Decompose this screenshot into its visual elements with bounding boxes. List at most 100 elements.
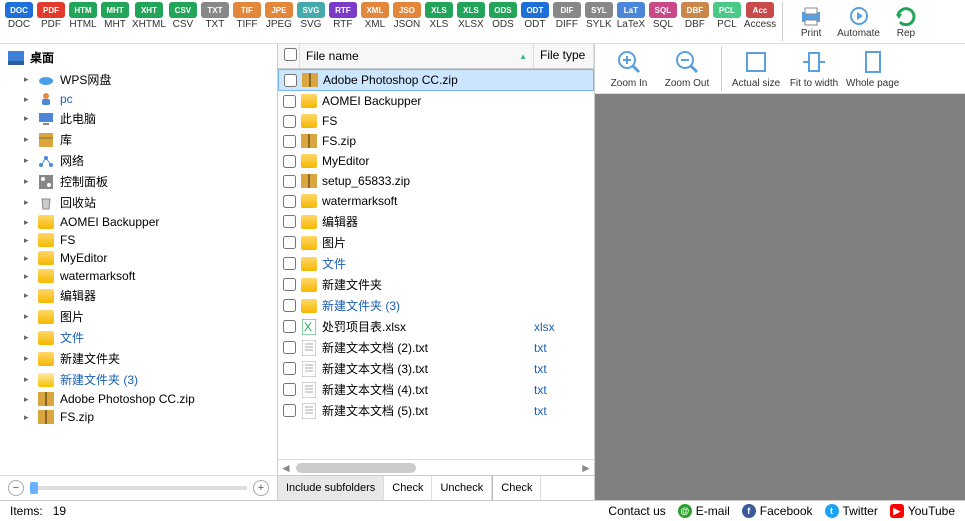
file-checkbox[interactable] [283,278,296,291]
file-row[interactable]: AOMEI Backupper [278,91,594,111]
expander-icon[interactable]: ▸ [24,271,32,282]
tree-item[interactable]: ▸AOMEI Backupper [0,213,277,231]
format-sylk-button[interactable]: SYLSYLK [584,2,614,41]
tree-item[interactable]: ▸MyEditor [0,249,277,267]
format-pdf-button[interactable]: PDFPDF [36,2,66,41]
tree-item[interactable]: ▸watermarksoft [0,267,277,285]
check-all-checkbox[interactable] [284,48,297,61]
check-all-button[interactable]: Check [492,476,541,500]
format-sql-button[interactable]: SQLSQL [648,2,678,41]
zoom-slider-thumb[interactable] [30,482,38,494]
format-ods-button[interactable]: ODSODS [488,2,518,41]
format-odt-button[interactable]: ODTODT [520,2,550,41]
tree-item[interactable]: ▸WPS网盘 [0,69,277,90]
expander-icon[interactable]: ▸ [24,253,32,264]
actual-size-button[interactable]: Actual size [728,46,784,91]
scroll-left-icon[interactable]: ◄ [278,461,294,475]
whole-page-button[interactable]: Whole page [844,46,901,91]
tree-item[interactable]: ▸编辑器 [0,285,277,306]
file-row[interactable]: setup_65833.zip [278,171,594,191]
file-row[interactable]: 新建文本文档 (4).txttxt [278,379,594,400]
expander-icon[interactable]: ▸ [24,311,32,322]
expander-icon[interactable]: ▸ [24,290,32,301]
format-html-button[interactable]: HTMHTML [68,2,98,41]
email-link[interactable]: @E-mail [678,504,730,518]
file-checkbox[interactable] [283,135,296,148]
file-checkbox[interactable] [283,341,296,354]
column-filetype[interactable]: File type [534,44,594,68]
tree-root-desktop[interactable]: 桌面 [0,46,277,69]
file-checkbox[interactable] [284,74,297,87]
format-tiff-button[interactable]: TIFTIFF [232,2,262,41]
file-row[interactable]: 图片 [278,232,594,253]
format-access-button[interactable]: AccAccess [744,2,776,41]
expander-icon[interactable]: ▸ [24,374,32,385]
format-xls-button[interactable]: XLSXLS [424,2,454,41]
format-jpeg-button[interactable]: JPEJPEG [264,2,294,41]
tree-item[interactable]: ▸Adobe Photoshop CC.zip [0,390,277,408]
tree-item[interactable]: ▸网络 [0,150,277,171]
format-doc-button[interactable]: DOCDOC [4,2,34,41]
expander-icon[interactable]: ▸ [24,113,32,124]
zoom-out-button[interactable]: Zoom Out [659,46,715,91]
file-checkbox[interactable] [283,257,296,270]
automate-button[interactable]: Automate [835,2,882,41]
format-latex-button[interactable]: LaTLaTeX [616,2,646,41]
file-row[interactable]: FS [278,111,594,131]
file-row[interactable]: MyEditor [278,151,594,171]
tree-item[interactable]: ▸库 [0,129,277,150]
file-checkbox[interactable] [283,195,296,208]
expander-icon[interactable]: ▸ [24,217,32,228]
youtube-link[interactable]: ▶YouTube [890,504,955,518]
file-checkbox[interactable] [283,155,296,168]
file-row[interactable]: Adobe Photoshop CC.zip [278,69,594,91]
expander-icon[interactable]: ▸ [24,332,32,343]
file-checkbox[interactable] [283,95,296,108]
file-checkbox[interactable] [283,299,296,312]
expander-icon[interactable]: ▸ [24,176,32,187]
file-checkbox[interactable] [283,383,296,396]
format-dbf-button[interactable]: DBFDBF [680,2,710,41]
tree-item[interactable]: ▸新建文件夹 [0,348,277,369]
format-xml-button[interactable]: XMLXML [360,2,390,41]
file-checkbox[interactable] [283,362,296,375]
file-row[interactable]: 新建文件夹 [278,274,594,295]
include-subfolders-button[interactable]: Include subfolders [278,476,384,500]
format-txt-button[interactable]: TXTTXT [200,2,230,41]
scroll-right-icon[interactable]: ► [578,461,594,475]
format-json-button[interactable]: JSOJSON [392,2,422,41]
expander-icon[interactable]: ▸ [24,74,32,85]
facebook-link[interactable]: fFacebook [742,504,813,518]
tree-item[interactable]: ▸控制面板 [0,171,277,192]
expander-icon[interactable]: ▸ [24,197,32,208]
tree-item[interactable]: ▸新建文件夹 (3) [0,369,277,390]
tree-item[interactable]: ▸pc [0,90,277,108]
expander-icon[interactable]: ▸ [24,94,32,105]
file-checkbox[interactable] [283,115,296,128]
expander-icon[interactable]: ▸ [24,412,32,423]
expander-icon[interactable]: ▸ [24,394,32,405]
file-checkbox[interactable] [283,215,296,228]
rep-button[interactable]: Rep [884,2,928,41]
tree-item[interactable]: ▸此电脑 [0,108,277,129]
file-checkbox[interactable] [283,404,296,417]
format-pcl-button[interactable]: PCLPCL [712,2,742,41]
zoom-minus-button[interactable]: − [8,480,24,496]
fit-width-button[interactable]: Fit to width [786,46,842,91]
zoom-in-button[interactable]: Zoom In [601,46,657,91]
folder-tree[interactable]: 桌面 ▸WPS网盘▸pc▸此电脑▸库▸网络▸控制面板▸回收站▸AOMEI Bac… [0,44,277,475]
column-check[interactable] [278,44,300,68]
tree-item[interactable]: ▸FS.zip [0,408,277,426]
file-row[interactable]: 文件 [278,253,594,274]
tree-item[interactable]: ▸文件 [0,327,277,348]
file-checkbox[interactable] [283,236,296,249]
file-checkbox[interactable] [283,175,296,188]
tree-item[interactable]: ▸回收站 [0,192,277,213]
column-filename[interactable]: File name ▲ [300,44,534,68]
scroll-thumb[interactable] [296,463,416,473]
file-row[interactable]: FS.zip [278,131,594,151]
format-diff-button[interactable]: DIFDIFF [552,2,582,41]
file-row[interactable]: 新建文本文档 (5).txttxt [278,400,594,421]
zoom-slider[interactable] [30,486,247,490]
uncheck-button[interactable]: Uncheck [432,476,492,500]
